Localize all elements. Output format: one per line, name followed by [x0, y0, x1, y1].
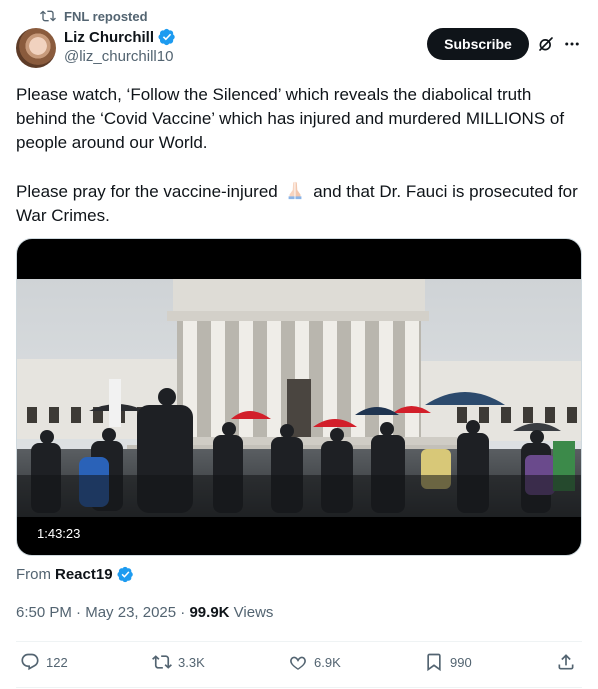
tweet-meta: 6:50 PM · May 23, 2025 · 99.9K Views [16, 604, 273, 621]
video-thumbnail [17, 279, 581, 517]
bookmark-icon [427, 653, 441, 672]
reply-count: 122 [46, 654, 68, 670]
views-label: Views [233, 604, 274, 621]
action-bar: 122 3.3K 6.9K 990 [16, 652, 582, 680]
media-source-prefix: From [16, 566, 51, 583]
media-source[interactable]: From React19 [16, 566, 134, 583]
share-icon [558, 654, 574, 670]
more-icon[interactable] [563, 35, 581, 53]
heart-icon [290, 656, 306, 670]
repost-icon [152, 655, 172, 669]
repost-icon [40, 10, 56, 22]
video-duration: 1:43:23 [29, 524, 89, 543]
reply-button[interactable]: 122 [20, 652, 68, 672]
bookmark-count: 990 [450, 654, 472, 670]
tweet-time[interactable]: 6:50 PM [16, 604, 72, 621]
repost-header[interactable]: FNL reposted [40, 8, 148, 24]
folded-hands-emoji-icon [289, 181, 302, 200]
author-block[interactable]: Liz Churchill @liz_churchill10 [64, 28, 176, 65]
avatar[interactable] [16, 28, 56, 68]
repost-button[interactable]: 3.3K [152, 652, 205, 672]
author-handle[interactable]: @liz_churchill10 [64, 48, 176, 65]
tweet-paragraph-1: Please watch, ‘Follow the Silenced’ whic… [16, 85, 565, 152]
like-count: 6.9K [314, 654, 341, 670]
bookmark-button[interactable]: 990 [424, 652, 472, 672]
meta-separator: · [180, 604, 186, 621]
views-count: 99.9K [189, 604, 230, 621]
tweet-text: Please watch, ‘Follow the Silenced’ whic… [16, 83, 586, 252]
tweet-paragraph-2: Please pray for the vaccine-injured and … [16, 179, 586, 228]
tweet-paragraph-2-start: Please pray for the vaccine-injured [16, 182, 283, 201]
repost-label: FNL reposted [64, 8, 148, 24]
meta-separator: · [76, 604, 82, 621]
divider [16, 687, 582, 688]
media-source-account[interactable]: React19 [55, 566, 113, 583]
tweet-date[interactable]: May 23, 2025 [85, 604, 176, 621]
grok-icon[interactable] [537, 35, 555, 53]
author-name[interactable]: Liz Churchill [64, 29, 154, 46]
divider [16, 641, 582, 642]
video-player[interactable]: 1:43:23 [16, 238, 582, 556]
reply-icon [21, 653, 39, 671]
like-button[interactable]: 6.9K [288, 652, 341, 672]
subscribe-button[interactable]: Subscribe [427, 28, 529, 60]
verified-badge-icon [158, 28, 175, 46]
repost-count: 3.3K [178, 654, 205, 670]
source-verified-badge-icon [117, 566, 133, 583]
share-button[interactable] [556, 652, 576, 672]
